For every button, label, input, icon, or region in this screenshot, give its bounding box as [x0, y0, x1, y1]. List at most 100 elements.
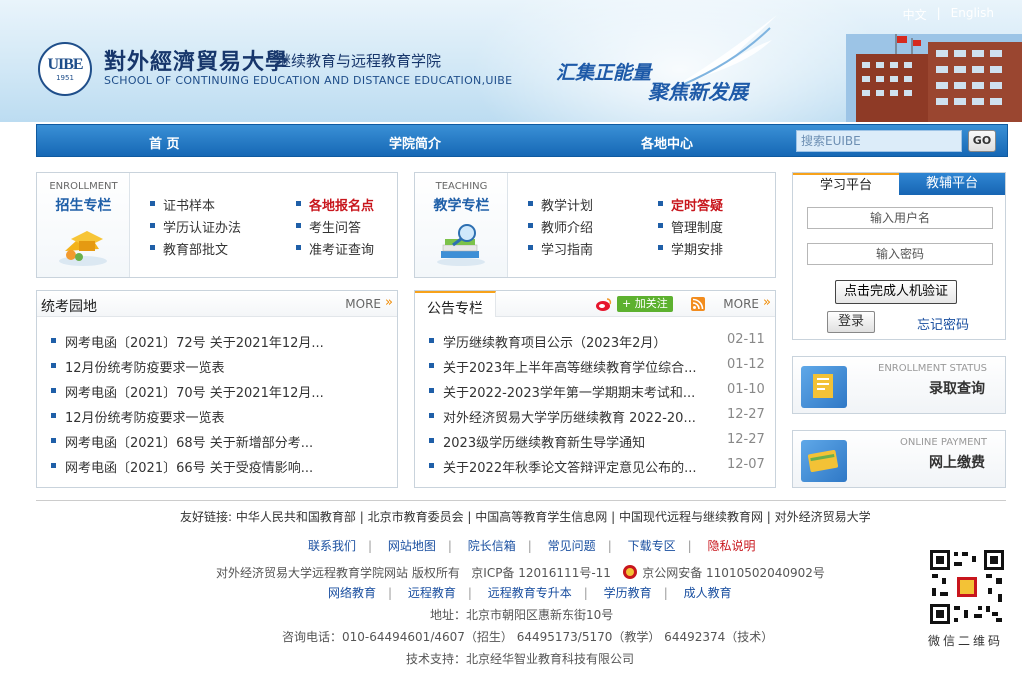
notice-news-title: 公告专栏: [415, 291, 496, 317]
footer-link-sitemap[interactable]: 网站地图: [388, 539, 436, 553]
tab-tutoring-platform[interactable]: 教辅平台: [899, 173, 1005, 195]
wechat-qr-label: 微信二维码: [928, 634, 1004, 648]
exam-news-item[interactable]: 网考电函〔2021〕70号 关于2021年12月...: [51, 382, 351, 401]
online-payment-icon: [801, 440, 847, 482]
university-name: 對外經濟貿易大學: [104, 49, 289, 75]
rss-icon[interactable]: [691, 297, 705, 315]
teaching-box: TEACHING 教学专栏 教学计划 教师介绍 学习指南 定时答疑 管理制度 学…: [414, 172, 776, 278]
footer-link-online-edu[interactable]: 网络教育: [328, 586, 376, 600]
college-name: 继续教育与远程教育学院: [276, 52, 442, 70]
search-input[interactable]: 搜索EUIBE: [796, 130, 962, 152]
icp-text[interactable]: 京ICP备 12016111号-11: [471, 566, 611, 580]
exam-more-link[interactable]: MORE: [345, 297, 381, 311]
footer-copyright-row: 对外经济贸易大学远程教育学院网站 版权所有 京ICP备 12016111号-11…: [216, 564, 825, 583]
link-registration-sites[interactable]: 各地报名点: [296, 195, 374, 214]
exam-news-box: 统考园地 MORE » 网考电函〔2021〕72号 关于2021年12月... …: [36, 290, 398, 488]
friend-link[interactable]: 中国现代远程与继续教育网: [619, 510, 763, 524]
link-ministry-approval[interactable]: 教育部批文: [150, 239, 228, 258]
exam-news-item[interactable]: 网考电函〔2021〕68号 关于新增部分考...: [51, 432, 351, 451]
footer-link-adult-edu[interactable]: 成人教育: [684, 586, 732, 600]
campus-building-image: [846, 34, 1022, 122]
lang-en-link[interactable]: English: [951, 6, 994, 23]
police-badge-icon: [622, 564, 638, 583]
follow-button[interactable]: + 加关注: [617, 296, 673, 312]
wechat-qr-code: [928, 548, 1006, 626]
search-go-button[interactable]: GO: [968, 130, 996, 152]
footer-link-dean-mailbox[interactable]: 院长信箱: [468, 539, 516, 553]
link-degree-verification[interactable]: 学历认证办法: [150, 217, 241, 236]
footer-tech-support: 技术支持：北京经华智业教育科技有限公司: [406, 652, 635, 666]
footer-link-privacy[interactable]: 隐私说明: [707, 539, 755, 553]
payment-en: ONLINE PAYMENT: [900, 437, 987, 448]
enrollment-box: ENROLLMENT 招生专栏 证书样本 学历认证办法 教育部批文 各地报名点 …: [36, 172, 398, 278]
link-scheduled-qa[interactable]: 定时答疑: [658, 195, 723, 214]
exam-news-item[interactable]: 12月份统考防疫要求一览表: [51, 407, 351, 426]
enrollment-status-icon: [801, 366, 847, 408]
forgot-password-link[interactable]: 忘记密码: [917, 314, 969, 333]
online-payment-panel[interactable]: ONLINE PAYMENT 网上缴费: [792, 430, 1006, 488]
notice-news-item[interactable]: 关于2022-2023学年第一学期期末考试和...: [429, 382, 709, 401]
footer-address: 地址：北京市朝阳区惠新东街10号: [430, 608, 614, 622]
notice-news-date: 02-11: [727, 332, 765, 347]
status-en: ENROLLMENT STATUS: [878, 363, 987, 374]
language-switch: 中文 | English: [903, 6, 994, 23]
link-management-rules[interactable]: 管理制度: [658, 217, 723, 236]
notice-news-date: 12-07: [727, 457, 765, 472]
enrollment-en: ENROLLMENT: [49, 181, 118, 192]
link-study-guide[interactable]: 学习指南: [528, 239, 593, 258]
friend-link[interactable]: 中国高等教育学生信息网: [475, 510, 607, 524]
link-semester-schedule[interactable]: 学期安排: [658, 239, 723, 258]
footer-link-faq[interactable]: 常见问题: [548, 539, 596, 553]
link-admission-ticket[interactable]: 准考证查询: [296, 239, 374, 258]
copyright-text: 对外经济贸易大学远程教育学院网站 版权所有: [216, 566, 460, 580]
friend-link[interactable]: 北京市教育委员会: [368, 510, 464, 524]
site-header: 中文 | English UIBE 1951 對外經濟貿易大學 继续教育与远程教…: [0, 0, 1022, 122]
notice-news-date: 01-10: [727, 382, 765, 397]
teaching-side: TEACHING 教学专栏: [415, 173, 508, 277]
lang-zh-link[interactable]: 中文: [903, 6, 927, 23]
tab-learning-platform[interactable]: 学习平台: [793, 173, 899, 195]
enrollment-side: ENROLLMENT 招生专栏: [37, 173, 130, 277]
enrollment-status-panel[interactable]: ENROLLMENT STATUS 录取查询: [792, 356, 1006, 414]
link-teacher-intro[interactable]: 教师介绍: [528, 217, 593, 236]
notice-news-date: 12-27: [727, 432, 765, 447]
friend-links: 友好链接: 中华人民共和国教育部 | 北京市教育委员会 | 中国高等教育学生信息…: [180, 510, 871, 524]
password-field[interactable]: 输入密码: [807, 243, 993, 265]
university-logo[interactable]: UIBE 1951: [38, 42, 92, 96]
exam-news-item[interactable]: 12月份统考防疫要求一览表: [51, 357, 351, 376]
friend-link[interactable]: 中华人民共和国教育部: [236, 510, 356, 524]
nav-about[interactable]: 学院简介: [389, 133, 441, 152]
notice-news-item[interactable]: 学历继续教育项目公示（2023年2月）: [429, 332, 709, 351]
nav-home[interactable]: 首 页: [149, 133, 180, 152]
exam-news-item[interactable]: 网考电函〔2021〕72号 关于2021年12月...: [51, 332, 351, 351]
login-button[interactable]: 登录: [827, 311, 875, 333]
more-arrow-icon: »: [763, 295, 771, 310]
graduation-cap-icon: [57, 221, 109, 271]
nav-centers[interactable]: 各地中心: [641, 133, 693, 152]
link-candidate-qa[interactable]: 考生问答: [296, 217, 361, 236]
footer-phone: 咨询电话：010-64494601/4607（招生） 64495173/5170…: [282, 630, 774, 644]
logo-text: UIBE: [47, 56, 83, 73]
payment-title: 网上缴费: [929, 455, 985, 471]
footer-link-academic-edu[interactable]: 学历教育: [604, 586, 652, 600]
follow-label: 加关注: [634, 297, 668, 310]
friend-links-label: 友好链接:: [180, 510, 233, 524]
footer-link-contact[interactable]: 联系我们: [308, 539, 356, 553]
weibo-icon[interactable]: [595, 296, 613, 316]
footer-link-downloads[interactable]: 下载专区: [628, 539, 676, 553]
notice-news-item[interactable]: 对外经济贸易大学学历继续教育 2022-20...: [429, 407, 709, 426]
police-record-text[interactable]: 京公网安备 11010502040902号: [642, 566, 825, 580]
notice-news-item[interactable]: 关于2022年秋季论文答辩评定意见公布的...: [429, 457, 709, 476]
notice-more-link[interactable]: MORE: [723, 297, 759, 311]
link-certificate-sample[interactable]: 证书样本: [150, 195, 215, 214]
username-field[interactable]: 输入用户名: [807, 207, 993, 229]
notice-news-item[interactable]: 关于2023年上半年高等继续教育学位综合...: [429, 357, 709, 376]
notice-news-item[interactable]: 2023级学历继续教育新生导学通知: [429, 432, 709, 451]
friend-link[interactable]: 对外经济贸易大学: [775, 510, 871, 524]
captcha-verify-button[interactable]: 点击完成人机验证: [835, 280, 957, 304]
footer-link-distance-edu[interactable]: 远程教育: [408, 586, 456, 600]
exam-news-title: 统考园地: [41, 299, 97, 315]
link-teaching-plan[interactable]: 教学计划: [528, 195, 593, 214]
exam-news-item[interactable]: 网考电函〔2021〕66号 关于受疫情影响...: [51, 457, 351, 476]
footer-link-upgrade[interactable]: 远程教育专升本: [488, 586, 572, 600]
